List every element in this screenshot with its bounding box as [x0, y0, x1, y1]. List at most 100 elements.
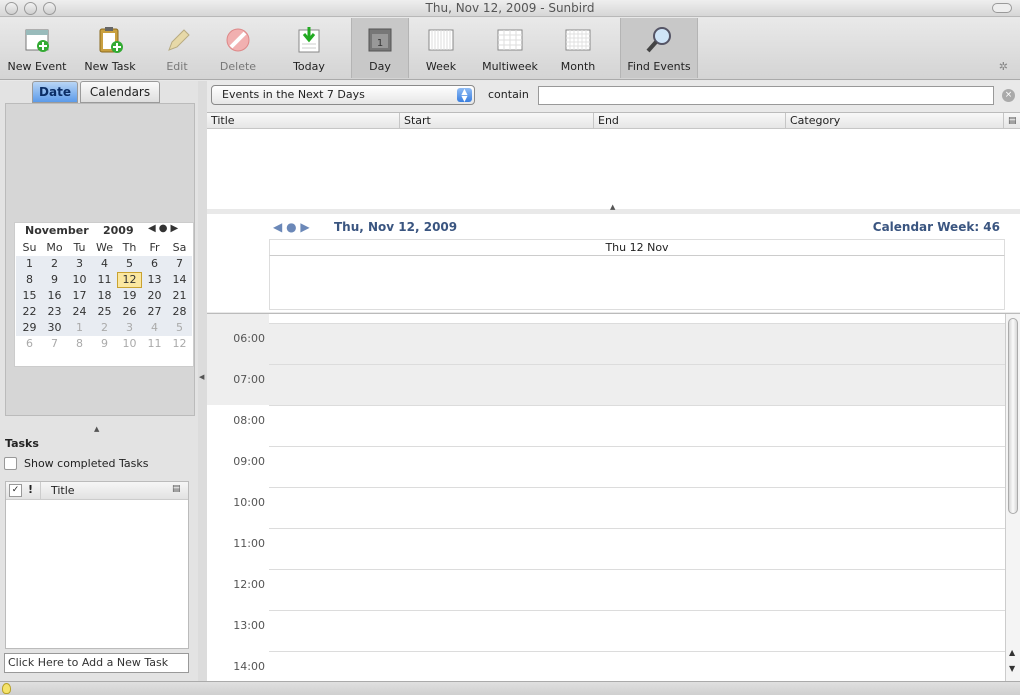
multiweek-view-button[interactable]: Multiweek — [478, 18, 542, 78]
hour-row[interactable] — [269, 405, 1005, 446]
minimonth-day[interactable]: 26 — [117, 304, 142, 320]
new-event-button[interactable]: New Event — [2, 18, 72, 78]
minimonth-day[interactable]: 13 — [142, 272, 167, 288]
minimonth-day[interactable]: 17 — [67, 288, 92, 304]
minimonth-day[interactable]: 9 — [42, 272, 67, 288]
minimonth-day[interactable]: 15 — [17, 288, 42, 304]
edit-button[interactable]: Edit — [150, 18, 204, 78]
minimonth-day[interactable]: 3 — [67, 256, 92, 272]
minimonth-day[interactable]: 21 — [167, 288, 192, 304]
sidebar-splitter-grip[interactable]: ▲ — [94, 425, 99, 433]
minimonth-day[interactable]: 10 — [67, 272, 92, 288]
task-title-column[interactable]: Title — [40, 482, 170, 499]
search-input[interactable] — [538, 86, 994, 105]
minimonth-day[interactable]: 1 — [17, 256, 42, 272]
completed-column-checkbox-icon[interactable]: ✓ — [9, 484, 22, 497]
month-view-button[interactable]: Month — [550, 18, 606, 78]
minimonth-day[interactable]: 19 — [117, 288, 142, 304]
column-category[interactable]: Category — [785, 113, 1003, 129]
vertical-scrollbar[interactable]: ▲ ▼ — [1005, 314, 1020, 681]
hour-row[interactable] — [269, 610, 1005, 651]
tab-date[interactable]: Date — [32, 81, 78, 103]
scroll-up-icon[interactable]: ▲ — [1009, 648, 1015, 657]
next-day-icon[interactable]: ▶ — [300, 220, 309, 234]
unifinder-splitter-grip[interactable]: ▲ — [610, 203, 615, 211]
minimonth-day[interactable]: 11 — [142, 336, 167, 352]
minimonth-day[interactable]: 10 — [117, 336, 142, 352]
column-title[interactable]: Title — [207, 113, 399, 129]
minimonth-day[interactable]: 25 — [92, 304, 117, 320]
minimonth-day[interactable]: 6 — [17, 336, 42, 352]
column-start[interactable]: Start — [399, 113, 593, 129]
minimonth-day[interactable]: 8 — [67, 336, 92, 352]
show-completed-checkbox[interactable] — [4, 457, 17, 470]
minimize-window-button[interactable] — [24, 2, 37, 15]
hour-label: 10:00 — [233, 496, 265, 509]
hour-row[interactable] — [269, 651, 1005, 681]
column-end[interactable]: End — [593, 113, 785, 129]
minimonth-year[interactable]: 2009 — [103, 224, 134, 237]
week-view-button[interactable]: Week — [412, 18, 470, 78]
minimonth-day[interactable]: 27 — [142, 304, 167, 320]
event-filter-select[interactable]: Events in the Next 7 Days ▲ ▼ — [211, 85, 475, 105]
splitter-grip-icon[interactable]: ◀ — [199, 373, 204, 381]
next-month-icon[interactable]: ▶ — [170, 223, 181, 234]
minimonth-day[interactable]: 2 — [92, 320, 117, 336]
hour-row[interactable] — [269, 323, 1005, 364]
toolbar-toggle-button[interactable] — [992, 3, 1012, 13]
minimonth-day[interactable]: 28 — [167, 304, 192, 320]
column-picker-icon[interactable]: ▤ — [1003, 113, 1020, 129]
minimonth-today[interactable]: 12 — [117, 272, 142, 288]
minimonth-month[interactable]: November — [25, 224, 89, 237]
minimonth-day[interactable]: 16 — [42, 288, 67, 304]
minimonth-day[interactable]: 11 — [92, 272, 117, 288]
minimonth-day[interactable]: 9 — [92, 336, 117, 352]
minimonth-day[interactable]: 6 — [142, 256, 167, 272]
hour-row[interactable] — [269, 528, 1005, 569]
all-day-row[interactable] — [269, 256, 1005, 310]
hour-row[interactable] — [269, 487, 1005, 528]
scroll-down-icon[interactable]: ▼ — [1009, 664, 1015, 673]
minimonth-day[interactable]: 20 — [142, 288, 167, 304]
prev-month-icon[interactable]: ◀ — [148, 223, 159, 234]
minimonth-day[interactable]: 4 — [142, 320, 167, 336]
today-button[interactable]: Today — [278, 18, 340, 78]
minimonth-day[interactable]: 7 — [167, 256, 192, 272]
priority-column-icon[interactable]: ! — [28, 483, 33, 496]
scrollbar-thumb[interactable] — [1008, 318, 1018, 514]
minimonth-day[interactable]: 8 — [17, 272, 42, 288]
find-events-button[interactable]: Find Events — [620, 18, 698, 78]
close-window-button[interactable] — [5, 2, 18, 15]
tab-calendars[interactable]: Calendars — [80, 81, 160, 103]
minimonth-day[interactable]: 2 — [42, 256, 67, 272]
minimonth-day[interactable]: 24 — [67, 304, 92, 320]
day-view-button[interactable]: 1 Day — [351, 18, 409, 78]
minimonth-day[interactable]: 7 — [42, 336, 67, 352]
prev-day-icon[interactable]: ◀ — [273, 220, 282, 234]
delete-button[interactable]: Delete — [210, 18, 266, 78]
minimonth-day[interactable]: 5 — [167, 320, 192, 336]
new-task-button[interactable]: New Task — [78, 18, 142, 78]
minimonth-day[interactable]: 14 — [167, 272, 192, 288]
minimonth-day[interactable]: 5 — [117, 256, 142, 272]
minimonth-day[interactable]: 30 — [42, 320, 67, 336]
hour-row[interactable] — [269, 569, 1005, 610]
hour-row[interactable] — [269, 446, 1005, 487]
add-task-input[interactable]: Click Here to Add a New Task — [4, 653, 189, 673]
minimonth-day[interactable]: 23 — [42, 304, 67, 320]
minimonth-day[interactable]: 12 — [167, 336, 192, 352]
minimonth-day[interactable]: 18 — [92, 288, 117, 304]
minimonth-day[interactable]: 22 — [17, 304, 42, 320]
hour-row[interactable] — [269, 364, 1005, 405]
minimonth-day[interactable]: 29 — [17, 320, 42, 336]
minimonth-day[interactable]: 1 — [67, 320, 92, 336]
show-completed-label[interactable]: Show completed Tasks — [24, 457, 149, 470]
zoom-window-button[interactable] — [43, 2, 56, 15]
column-picker-icon[interactable]: ▤ — [172, 484, 181, 494]
minimonth-day[interactable]: 4 — [92, 256, 117, 272]
clear-search-icon[interactable]: × — [1002, 89, 1015, 102]
minimonth-day[interactable]: 3 — [117, 320, 142, 336]
sidebar-splitter[interactable]: ◀ — [198, 81, 207, 681]
today-circle-icon[interactable]: ● — [286, 220, 296, 234]
today-circle-icon[interactable]: ● — [159, 223, 171, 234]
